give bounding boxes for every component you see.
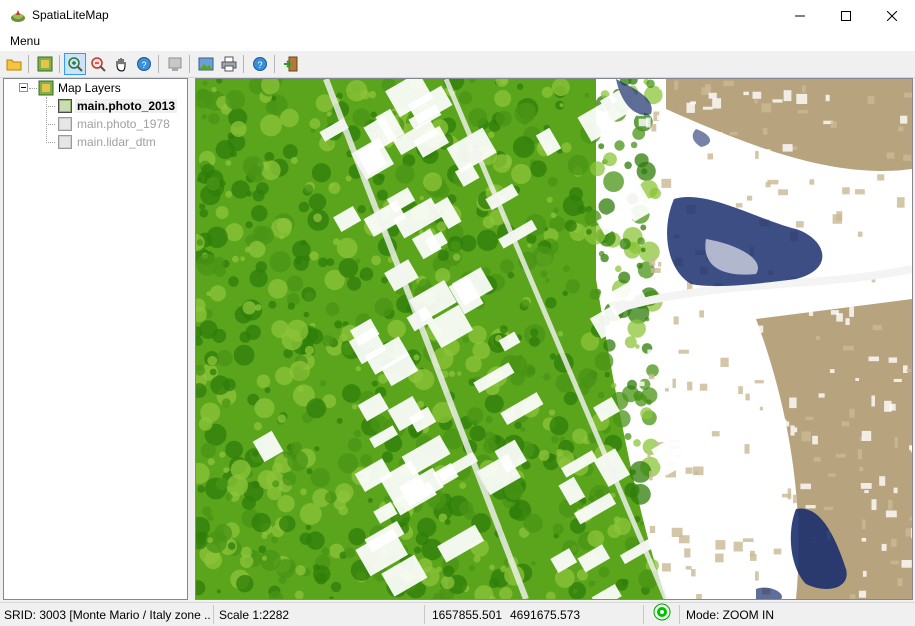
status-divider xyxy=(213,605,214,624)
menu-bar: Menu xyxy=(0,31,915,51)
exit-icon xyxy=(283,56,299,72)
svg-text:?: ? xyxy=(141,60,146,70)
zoom-out-button[interactable] xyxy=(87,53,109,75)
export-image-button[interactable] xyxy=(195,53,217,75)
status-scale: Scale 1:2282 xyxy=(219,608,419,622)
map-layers-icon xyxy=(38,80,54,96)
status-divider xyxy=(679,605,680,624)
export-image-icon xyxy=(198,56,214,72)
disabled-tool-icon xyxy=(167,56,183,72)
tree-connector xyxy=(46,124,55,125)
window-title: SpatiaLiteMap xyxy=(32,8,109,22)
exit-button[interactable] xyxy=(280,53,302,75)
minus-icon xyxy=(20,84,27,91)
toolbar: ? ? xyxy=(0,51,915,78)
pan-hand-icon xyxy=(113,56,129,72)
identify-button[interactable]: ? xyxy=(133,53,155,75)
toolbar-separator xyxy=(158,55,159,73)
maximize-icon xyxy=(841,11,851,21)
open-button[interactable] xyxy=(3,53,25,75)
title-bar: SpatiaLiteMap xyxy=(0,0,915,31)
minimize-button[interactable] xyxy=(777,0,823,31)
zoom-out-icon xyxy=(90,56,106,72)
tree-connector xyxy=(46,142,55,143)
tree-root-label[interactable]: Map Layers xyxy=(58,81,121,95)
minimize-icon xyxy=(795,11,805,21)
toolbar-separator xyxy=(189,55,190,73)
print-icon xyxy=(221,56,237,72)
toolbar-separator xyxy=(274,55,275,73)
maximize-button[interactable] xyxy=(823,0,869,31)
layer-config-icon xyxy=(37,56,53,72)
menu-item-menu[interactable]: Menu xyxy=(10,34,40,48)
tree-connector xyxy=(46,106,55,107)
layer-config-button[interactable] xyxy=(34,53,56,75)
status-bar: SRID: 3003 [Monte Mario / Italy zone ...… xyxy=(0,602,915,626)
raster-layer-icon xyxy=(57,116,73,132)
status-y-coordinate: 4691675.573 xyxy=(510,608,590,622)
status-x-coordinate: 1657855.501 xyxy=(432,608,502,622)
print-button[interactable] xyxy=(218,53,240,75)
toolbar-separator xyxy=(243,55,244,73)
tree-collapse-toggle[interactable] xyxy=(19,83,28,92)
map-raster[interactable] xyxy=(196,79,912,599)
layer-item-photo-1978[interactable]: main.photo_1978 xyxy=(77,117,170,131)
map-canvas[interactable] xyxy=(195,78,913,600)
pan-button[interactable] xyxy=(110,53,132,75)
toolbar-separator xyxy=(28,55,29,73)
status-divider xyxy=(643,605,644,624)
close-button[interactable] xyxy=(869,0,915,31)
layer-item-photo-2013[interactable]: main.photo_2013 xyxy=(75,99,177,113)
status-srid: SRID: 3003 [Monte Mario / Italy zone ... xyxy=(4,608,211,622)
status-indicator-icon xyxy=(653,603,671,621)
open-folder-icon xyxy=(6,56,22,72)
zoom-in-icon xyxy=(67,56,83,72)
status-divider xyxy=(424,605,425,624)
help-button[interactable]: ? xyxy=(249,53,271,75)
close-icon xyxy=(887,11,897,21)
toolbar-separator xyxy=(59,55,60,73)
identify-icon: ? xyxy=(136,56,152,72)
svg-text:?: ? xyxy=(257,60,262,70)
disabled-tool-button[interactable] xyxy=(164,53,186,75)
help-icon: ? xyxy=(252,56,268,72)
tree-connector xyxy=(46,97,47,143)
layer-item-lidar-dtm[interactable]: main.lidar_dtm xyxy=(77,135,156,149)
app-icon xyxy=(10,8,26,24)
layer-tree-panel xyxy=(3,78,188,600)
tree-connector xyxy=(29,88,37,89)
status-mode: Mode: ZOOM IN xyxy=(686,608,906,622)
raster-layer-icon xyxy=(57,134,73,150)
raster-layer-icon xyxy=(57,98,73,114)
zoom-in-button[interactable] xyxy=(64,53,86,75)
